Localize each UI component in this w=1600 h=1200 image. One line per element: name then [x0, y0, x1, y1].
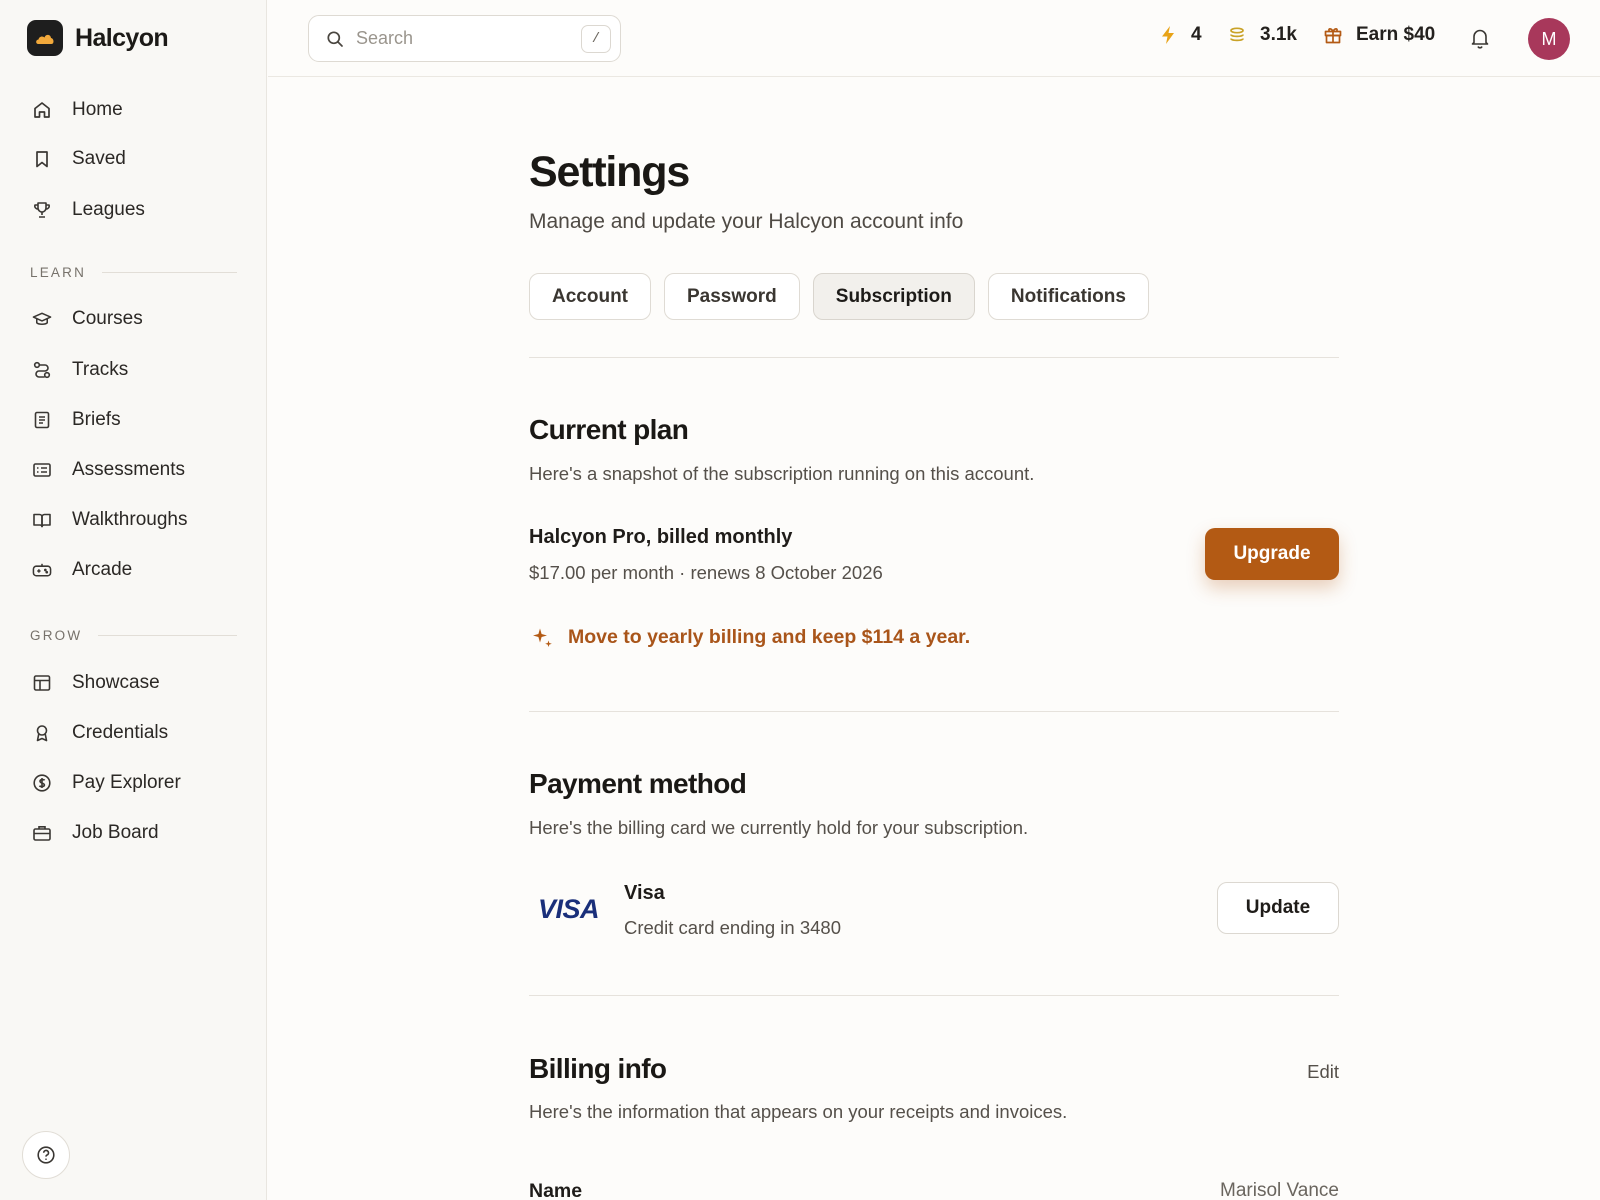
sidebar-item-tracks[interactable]: Tracks	[18, 349, 248, 391]
sidebar-item-label: Walkthroughs	[72, 509, 188, 530]
section-divider	[98, 635, 237, 636]
section-divider	[529, 711, 1339, 712]
award-icon	[32, 723, 52, 743]
billing-info-title: Billing info	[529, 1053, 667, 1084]
sidebar-item-pay-explorer[interactable]: Pay Explorer	[18, 762, 248, 804]
section-divider	[102, 272, 237, 273]
sidebar-item-briefs[interactable]: Briefs	[18, 399, 248, 441]
plan-name: Halcyon Pro, billed monthly	[529, 526, 793, 548]
promo-text: Move to yearly billing and keep $114 a y…	[568, 626, 971, 648]
sidebar-item-label: Leagues	[72, 199, 145, 220]
sparkle-icon	[532, 627, 554, 649]
sidebar-item-assessments[interactable]: Assessments	[18, 449, 248, 491]
route-icon	[32, 360, 52, 380]
current-plan-title: Current plan	[529, 414, 689, 445]
tab-notifications[interactable]: Notifications	[987, 273, 1149, 320]
section-label-text: GROW	[30, 628, 83, 643]
tab-subscription[interactable]: Subscription	[812, 273, 975, 320]
sidebar-item-home[interactable]: Home	[18, 89, 248, 131]
sidebar-item-label: Tracks	[72, 359, 129, 380]
sidebar: Halcyon Home Saved Leagues LEARN Courses…	[0, 0, 267, 1200]
tab-password[interactable]: Password	[664, 273, 800, 320]
sidebar-item-walkthroughs[interactable]: Walkthroughs	[18, 499, 248, 541]
sidebar-item-label: Saved	[72, 148, 126, 169]
section-label-text: LEARN	[30, 265, 87, 280]
current-plan-description: Here's a snapshot of the subscription ru…	[529, 463, 1035, 484]
billing-info-description: Here's the information that appears on y…	[529, 1101, 1068, 1122]
settings-main: Settings Manage and update your Halcyon …	[529, 0, 1339, 1200]
bell-icon	[1468, 26, 1494, 50]
gamepad-icon	[32, 560, 52, 580]
document-icon	[32, 410, 52, 430]
card-name: Visa	[624, 882, 665, 904]
notifications-button[interactable]	[1468, 26, 1494, 52]
earn-label: Earn $40	[1356, 24, 1436, 45]
sidebar-item-saved[interactable]: Saved	[18, 138, 248, 180]
sidebar-item-label: Assessments	[72, 459, 185, 480]
payment-method-title: Payment method	[529, 768, 747, 799]
dollar-circle-icon	[32, 773, 52, 793]
sidebar-item-label: Pay Explorer	[72, 772, 181, 793]
graduation-cap-icon	[32, 309, 52, 329]
settings-tabs: Account Password Subscription Notificati…	[529, 273, 1162, 320]
sidebar-item-showcase[interactable]: Showcase	[18, 662, 248, 704]
visa-logo: VISA	[538, 894, 600, 924]
section-divider	[529, 995, 1339, 996]
sidebar-item-label: Showcase	[72, 672, 160, 693]
search-icon	[326, 30, 344, 48]
edit-billing-link[interactable]: Edit	[1307, 1061, 1339, 1083]
sidebar-item-label: Courses	[72, 308, 143, 329]
brand-name: Halcyon	[75, 23, 169, 52]
plan-price: $17.00 per month · renews 8 October 2026	[529, 562, 883, 583]
sidebar-item-label: Arcade	[72, 559, 133, 580]
page-title: Settings	[529, 148, 690, 196]
sidebar-item-leagues[interactable]: Leagues	[18, 189, 248, 231]
sidebar-item-courses[interactable]: Courses	[18, 298, 248, 340]
section-label-learn: LEARN	[30, 265, 237, 280]
sidebar-item-job-board[interactable]: Job Board	[18, 812, 248, 854]
payment-method-description: Here's the billing card we currently hol…	[529, 817, 1029, 838]
book-open-icon	[32, 510, 52, 530]
halcyon-logo-icon	[27, 20, 63, 56]
sidebar-item-label: Credentials	[72, 722, 169, 743]
help-circle-icon	[36, 1145, 56, 1165]
sidebar-item-arcade[interactable]: Arcade	[18, 549, 248, 591]
avatar[interactable]: M	[1528, 18, 1570, 60]
home-icon	[32, 100, 52, 120]
sidebar-item-label: Briefs	[72, 409, 121, 430]
help-button[interactable]	[22, 1131, 70, 1179]
tab-account[interactable]: Account	[529, 273, 651, 320]
yearly-billing-promo[interactable]: Move to yearly billing and keep $114 a y…	[532, 626, 970, 649]
page-subtitle: Manage and update your Halcyon account i…	[529, 210, 964, 233]
update-card-button[interactable]: Update	[1217, 882, 1339, 934]
sidebar-item-credentials[interactable]: Credentials	[18, 712, 248, 754]
trophy-icon	[32, 200, 52, 220]
billing-name-label: Name	[529, 1180, 583, 1200]
section-divider	[529, 357, 1339, 358]
upgrade-button[interactable]: Upgrade	[1205, 528, 1339, 580]
briefcase-icon	[32, 823, 52, 843]
list-card-icon	[32, 460, 52, 480]
card-description: Credit card ending in 3480	[624, 917, 842, 938]
sidebar-item-label: Job Board	[72, 822, 159, 843]
section-label-grow: GROW	[30, 628, 237, 643]
brand[interactable]: Halcyon	[27, 20, 169, 56]
bookmark-icon	[32, 149, 52, 169]
layout-icon	[32, 673, 52, 693]
sidebar-item-label: Home	[72, 99, 123, 120]
billing-name-value: Marisol Vance	[1220, 1180, 1339, 1200]
